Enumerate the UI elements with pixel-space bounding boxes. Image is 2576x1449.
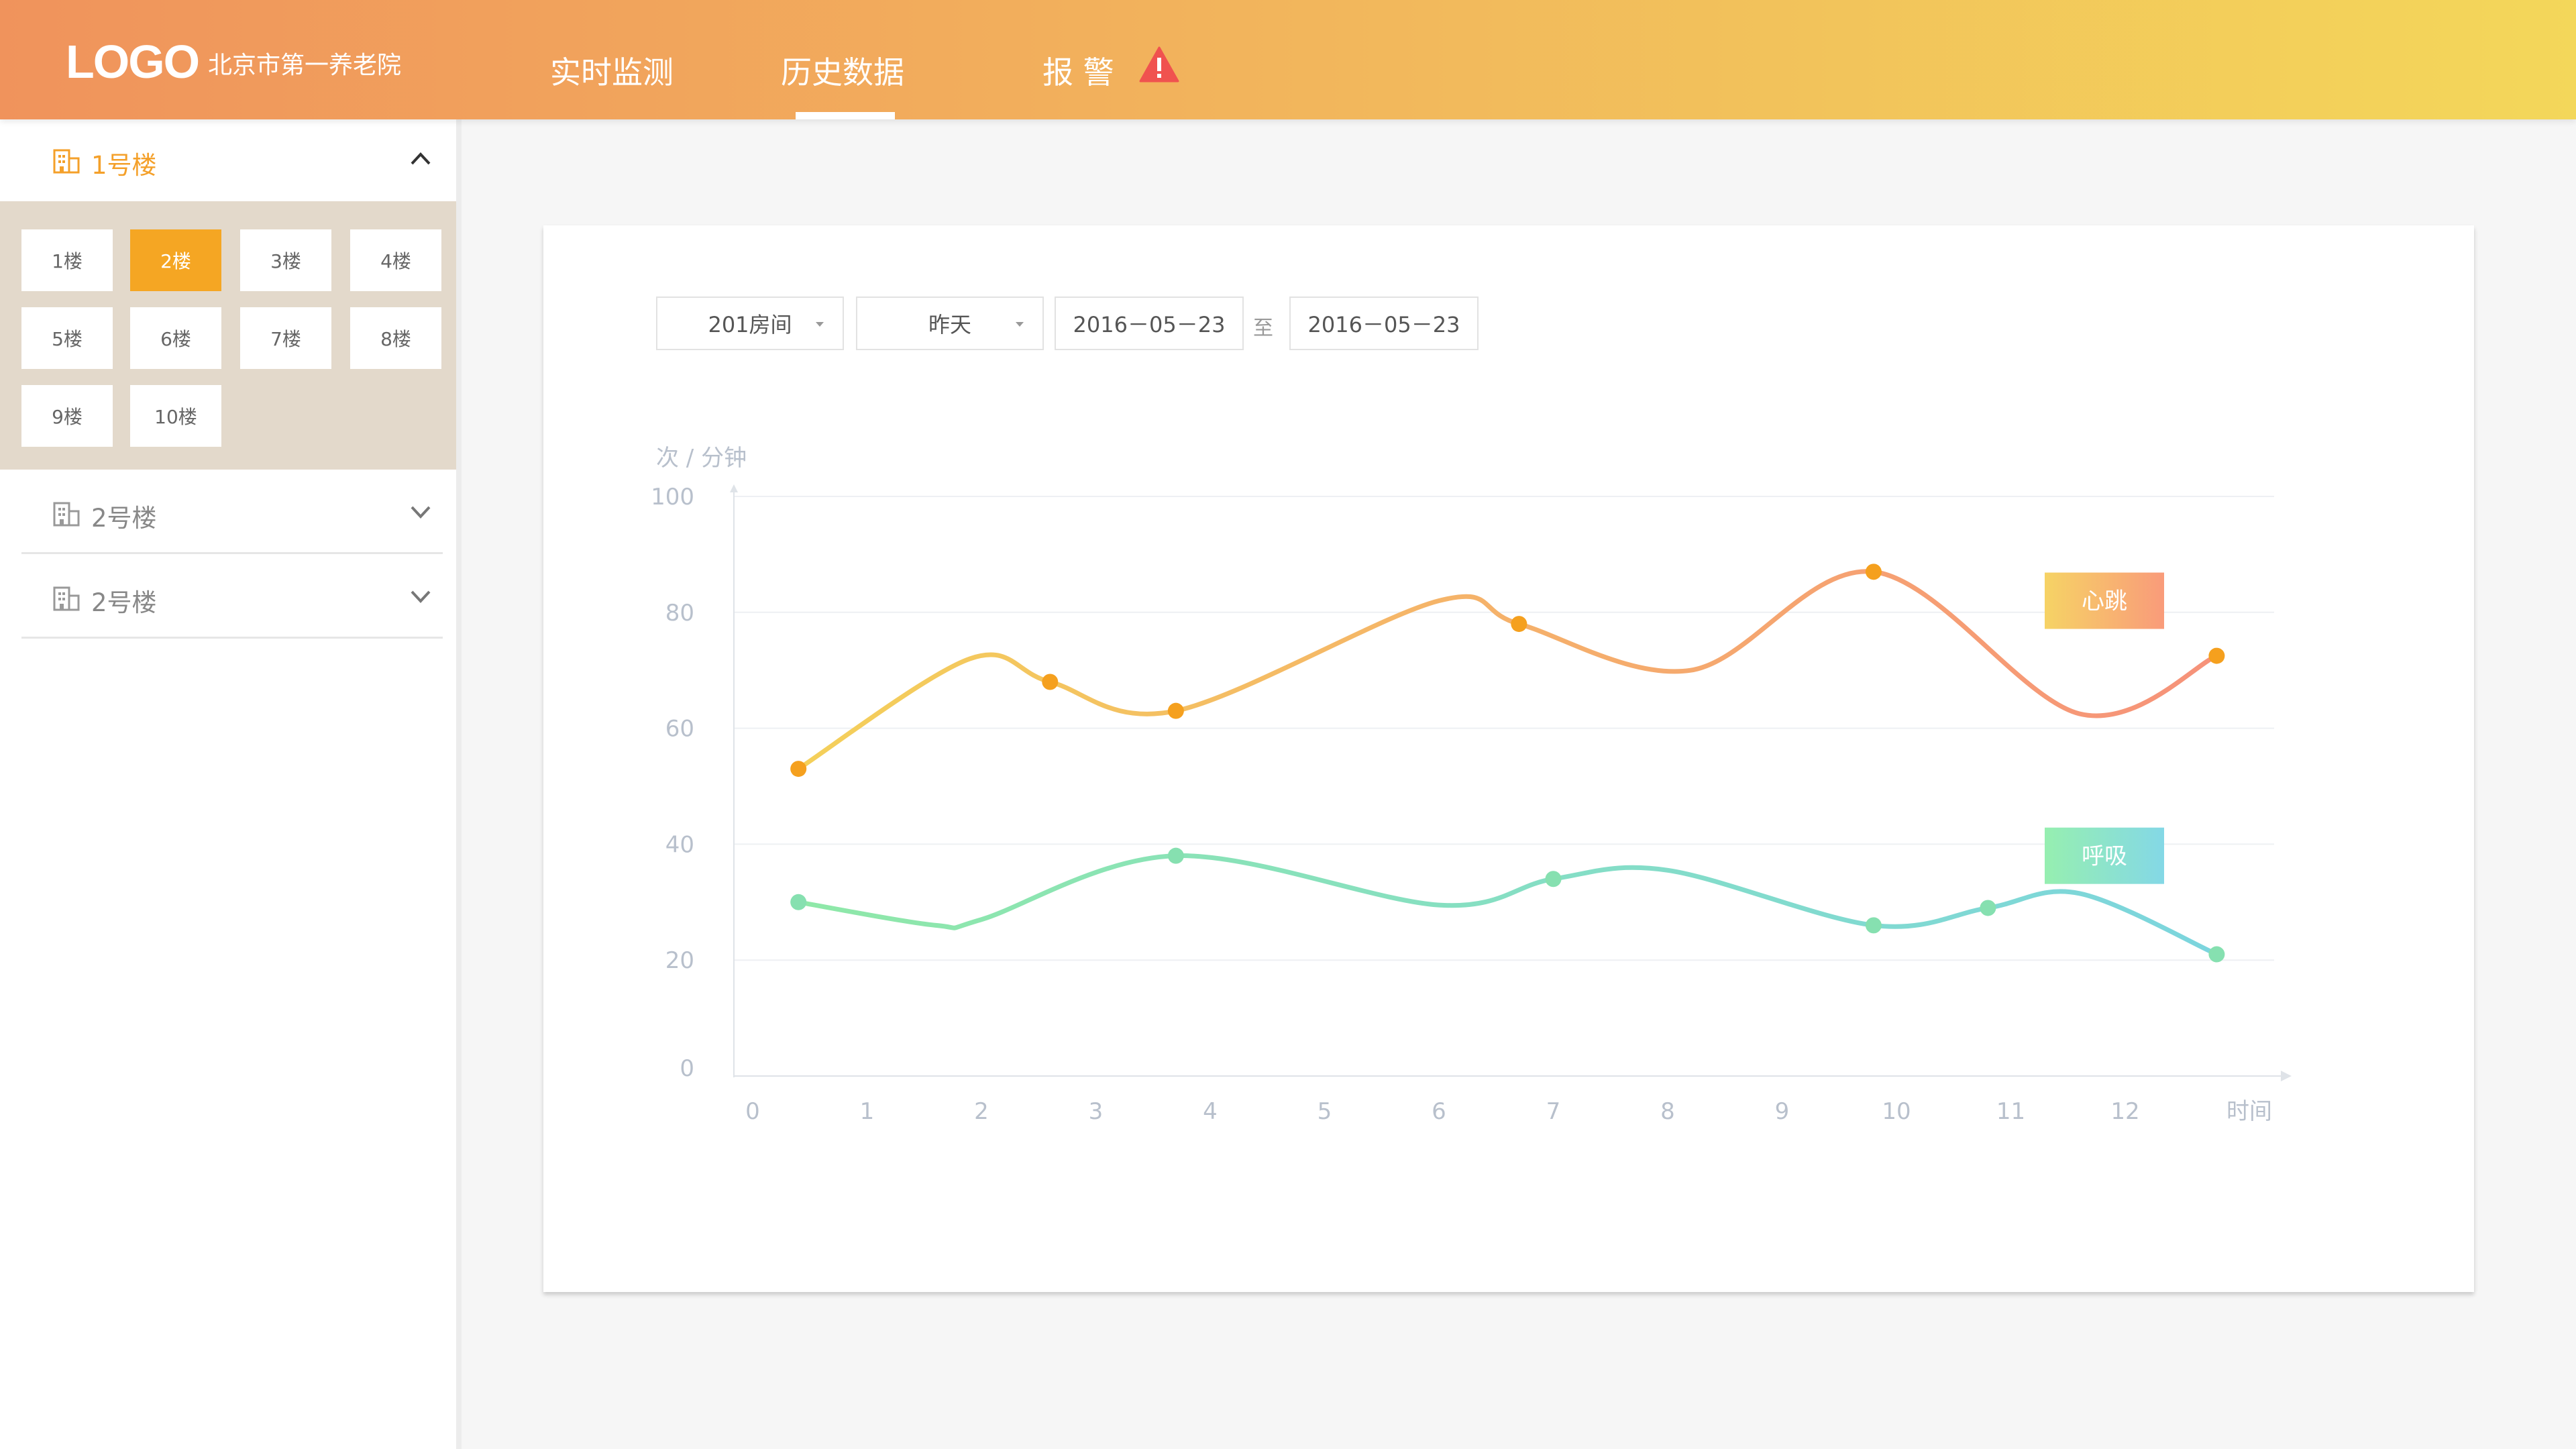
- building-1-header[interactable]: 1号楼: [0, 119, 456, 201]
- building-3-label: 2号楼: [91, 588, 157, 617]
- y-tick-label: 40: [665, 831, 694, 858]
- breathing-rate-point: [790, 894, 807, 910]
- building-2-header[interactable]: 2号楼: [21, 472, 443, 554]
- heart-rate-point: [1042, 674, 1059, 690]
- heart-rate-point: [1167, 702, 1184, 719]
- breathing-rate-point: [1865, 917, 1882, 934]
- x-tick-label: 0: [745, 1098, 760, 1125]
- y-tick-label: 100: [651, 484, 694, 511]
- x-tick-label: 1: [860, 1098, 875, 1125]
- heart-rate-point: [1865, 564, 1882, 580]
- x-tick-label: 5: [1318, 1098, 1332, 1125]
- x-axis-arrow: [2281, 1071, 2292, 1081]
- floor-button-10[interactable]: 10楼: [130, 385, 221, 447]
- top-header: LOGO 北京市第一养老院 实时监测 历史数据 报 警: [0, 0, 2576, 119]
- org-name: 北京市第一养老院: [208, 52, 402, 79]
- x-tick-label: 8: [1660, 1098, 1675, 1125]
- history-line-chart: 0204060801000 1 2 3 4 5 6 7 8 9 10 11 12次 / 分钟时间 心跳呼…: [651, 445, 2292, 1125]
- floor-button-6[interactable]: 6楼: [130, 307, 221, 369]
- building-icon: [53, 502, 80, 527]
- breathing-rate-point: [1545, 871, 1562, 888]
- heart-rate-point: [790, 761, 807, 777]
- nav-realtime-monitoring[interactable]: 实时监测: [550, 48, 674, 93]
- building-icon: [53, 149, 80, 174]
- floor-button-1[interactable]: 1楼: [21, 229, 113, 291]
- x-tick-label: 9: [1775, 1098, 1790, 1125]
- heart-rate-line: [796, 569, 2219, 771]
- building-1-label: 1号楼: [91, 151, 157, 180]
- y-tick-label: 20: [665, 947, 694, 974]
- nav-history-data[interactable]: 历史数据: [781, 48, 904, 93]
- breathing-rate-point: [1167, 847, 1184, 864]
- y-axis-arrow: [730, 484, 738, 492]
- floor-panel: 1楼 2楼 3楼 4楼 5楼 6楼 7楼 8楼 9楼 10楼: [0, 201, 456, 470]
- x-tick-label: 2: [974, 1098, 989, 1125]
- floor-button-4[interactable]: 4楼: [350, 229, 441, 291]
- y-tick-label: 0: [680, 1055, 694, 1082]
- chevron-up-icon[interactable]: [409, 150, 432, 166]
- x-tick-label: 10: [1882, 1098, 1911, 1125]
- warning-icon[interactable]: [1139, 46, 1179, 83]
- building-2-label: 2号楼: [91, 504, 157, 533]
- x-tick-label: 4: [1203, 1098, 1218, 1125]
- breathing-rate-point: [1980, 900, 1996, 916]
- breathing-rate-tag-label: 呼吸: [2082, 843, 2127, 870]
- floor-button-5[interactable]: 5楼: [21, 307, 113, 369]
- heart-rate-point: [1511, 616, 1527, 633]
- x-tick-label: 6: [1432, 1098, 1446, 1125]
- sidebar: 1号楼 1楼 2楼 3楼 4楼 5楼 6楼 7楼 8楼 9楼 10楼 2号楼 2…: [0, 119, 462, 1449]
- chevron-down-icon[interactable]: [409, 503, 432, 519]
- x-tick-label: 12: [2110, 1098, 2139, 1125]
- logo: LOGO: [66, 36, 200, 88]
- building-3-header[interactable]: 2号楼: [21, 557, 443, 639]
- x-axis-label: 时间: [2226, 1098, 2272, 1125]
- nav-active-indicator: [796, 112, 895, 119]
- heart-rate-tag-label: 心跳: [2082, 588, 2127, 615]
- floor-button-3[interactable]: 3楼: [240, 229, 331, 291]
- floor-button-2[interactable]: 2楼: [130, 229, 221, 291]
- x-tick-label: 3: [1089, 1098, 1104, 1125]
- building-icon: [53, 586, 80, 611]
- heart-rate-point: [2208, 647, 2225, 664]
- history-chart-card: 201房间 昨天 2016－05－23 至 2016－05－23 0 20 40…: [543, 225, 2474, 1292]
- floor-button-8[interactable]: 8楼: [350, 307, 441, 369]
- breathing-rate-line: [796, 853, 2219, 957]
- y-tick-label: 60: [665, 716, 694, 743]
- floor-button-7[interactable]: 7楼: [240, 307, 331, 369]
- chevron-down-icon[interactable]: [409, 588, 432, 604]
- breathing-rate-point: [2208, 946, 2225, 963]
- y-axis-label: 次 / 分钟: [656, 445, 747, 472]
- x-tick-label: 11: [1996, 1098, 2025, 1125]
- x-tick-label: 7: [1546, 1098, 1561, 1125]
- y-tick-label: 80: [665, 600, 694, 627]
- floor-button-9[interactable]: 9楼: [21, 385, 113, 447]
- nav-alarm[interactable]: 报 警: [1042, 48, 1114, 93]
